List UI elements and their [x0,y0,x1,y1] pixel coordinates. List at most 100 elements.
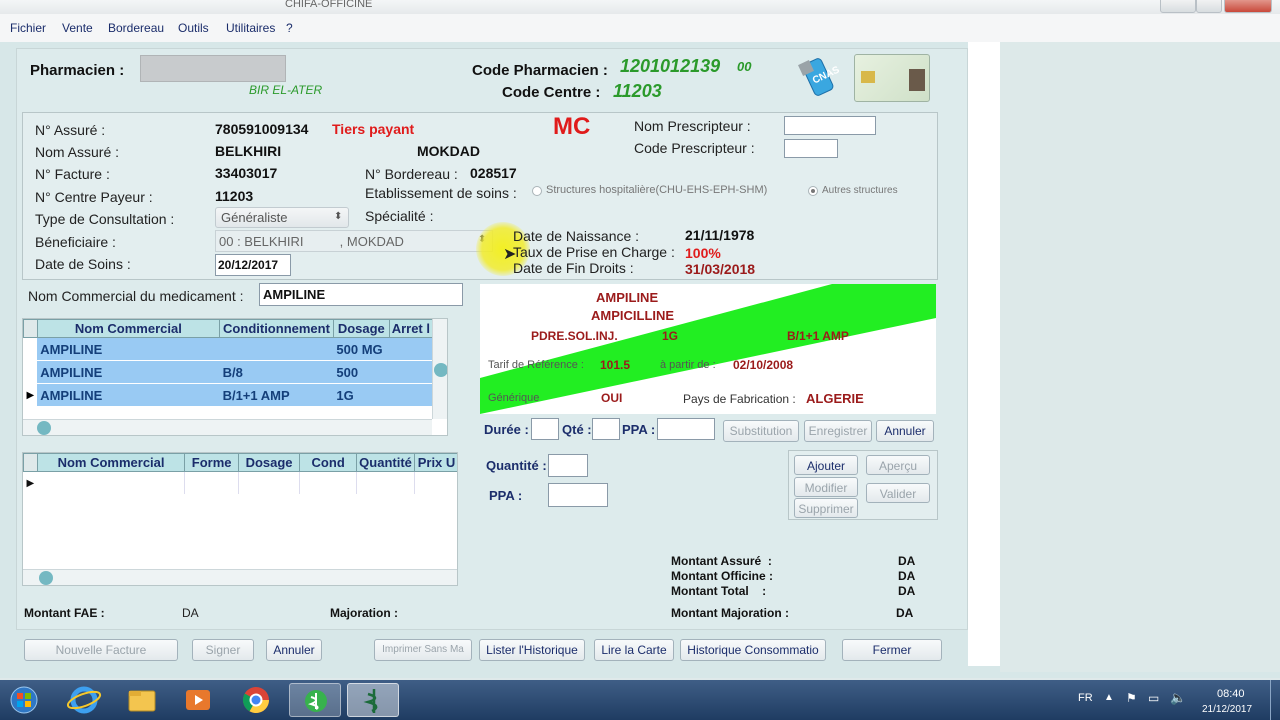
code-pharmacien-value: 1201012139 [620,56,721,76]
tarif-value: 101.5 [600,358,631,372]
col-dosage[interactable]: Dosage [332,319,390,338]
a-partir-label: à partir de : [660,359,716,371]
col-nom-commercial[interactable]: Nom Commercial [36,453,186,472]
ppa-label: PPA : [622,422,656,437]
chrome-icon[interactable] [230,683,282,717]
scroll-thumb[interactable] [434,363,447,377]
prenom-assure-value: MOKDAD [417,143,480,159]
scroll-thumb[interactable] [39,571,53,585]
chifa-officine-icon[interactable] [347,683,399,717]
n-facture-label: N° Facture : [35,166,110,182]
date-soins-field[interactable]: 20/12/2017 [215,254,291,276]
nom-commercial-input-value: AMPILINE [263,287,326,302]
pays-label: Pays de Fabrication : [683,392,796,406]
table-row[interactable]: AMPILINE 500 MG [23,337,433,361]
show-desktop-button[interactable] [1270,680,1280,720]
scroll-thumb[interactable] [37,421,51,435]
supprimer-button[interactable]: Supprimer [794,498,858,518]
valider-button[interactable]: Valider [866,483,930,503]
horizontal-scrollbar[interactable] [23,569,457,585]
etab-radio-autres[interactable] [808,186,818,196]
nom-commercial-label: Nom Commercial du medicament : [28,288,244,304]
menu-fichier[interactable]: Fichier [10,21,46,35]
medicament-detail-panel: AMPILINE AMPICILLINE PDRE.SOL.INJ. 1G B/… [480,284,936,414]
beneficiaire-select[interactable]: 00 : BELKHIRI , MOKDAD ⬍ [215,230,493,252]
clock-date[interactable]: 21/12/2017 [1202,704,1252,715]
duree-label: Durée : [484,422,529,437]
code-centre-label: Code Centre : [502,84,601,101]
clock-time[interactable]: 08:40 [1217,688,1245,700]
beneficiaire-value: 00 : BELKHIRI , MOKDAD [219,234,404,249]
qte-input[interactable] [592,418,620,440]
maximize-button[interactable] [1196,0,1222,13]
network-icon[interactable]: ▭ [1148,691,1159,705]
table-row[interactable]: ▶ [23,471,457,495]
chifa-app-icon[interactable] [289,683,341,717]
detail-dosage: 1G [662,329,679,343]
menu-bordereau[interactable]: Bordereau [108,21,164,35]
n-bordereau-label: N° Bordereau : [365,166,458,182]
code-prescripteur-field[interactable] [784,139,838,158]
col-conditionnement[interactable]: Conditionnement [219,319,334,338]
file-explorer-icon[interactable] [116,683,168,717]
quantite-input[interactable] [548,454,588,477]
etab-radio-hospitaliere[interactable] [532,186,542,196]
nom-prescripteur-label: Nom Prescripteur : [634,118,751,134]
col-prix-u[interactable]: Prix U [414,453,457,472]
duree-input[interactable] [531,418,559,440]
lister-historique-button[interactable]: Lister l'Historique [479,639,585,661]
detail-forme: PDRE.SOL.INJ. [531,329,618,343]
menu-help[interactable]: ? [286,21,293,35]
minimize-button[interactable] [1160,0,1196,13]
internet-explorer-icon[interactable] [58,683,110,717]
col-arret[interactable]: Arret l [388,319,434,338]
imprimer-sans-button[interactable]: Imprimer Sans Ma [374,639,472,661]
language-indicator[interactable]: FR [1078,692,1093,704]
n-facture-value: 33403017 [215,165,278,181]
ppa-facture-input[interactable] [548,483,608,507]
signer-button[interactable]: Signer [192,639,254,661]
nom-commercial-input[interactable]: AMPILINE [259,283,463,306]
annuler-saisie-button[interactable]: Annuler [876,420,934,442]
table-row[interactable]: ▶ AMPILINE B/1+1 AMP 1G [23,383,433,407]
cell-nom: AMPILINE [37,383,220,407]
row-pointer-icon: ▶ [23,383,38,407]
col-nom-commercial[interactable]: Nom Commercial [36,319,221,338]
menu-vente[interactable]: Vente [62,21,93,35]
volume-icon[interactable]: 🔈 [1170,690,1186,706]
modifier-button[interactable]: Modifier [794,477,858,497]
type-consultation-select[interactable]: Généraliste ⬍ [215,207,349,228]
ajouter-button[interactable]: Ajouter [794,455,858,475]
action-center-icon[interactable]: ⚑ [1126,691,1137,705]
cnas-logo: CNAS [796,56,846,100]
start-button[interactable] [2,683,46,717]
title-bar: CHIFA-OFFICINE [0,0,1280,14]
nom-prescripteur-field[interactable] [784,116,876,135]
ppa-facture-label: PPA : [489,488,523,503]
close-button[interactable] [1224,0,1272,13]
substitution-button[interactable]: Substitution [723,420,799,442]
show-hidden-icons-icon[interactable]: ▲ [1104,692,1114,703]
col-cond[interactable]: Cond [299,453,358,472]
col-dosage[interactable]: Dosage [237,453,301,472]
lire-carte-button[interactable]: Lire la Carte [594,639,674,661]
type-consultation-label: Type de Consultation : [35,211,175,227]
montant-total-label: Montant Total : [671,584,767,598]
menu-outils[interactable]: Outils [178,21,209,35]
taskbar: FR ▲ ⚑ ▭ 🔈 08:40 21/12/2017 [0,680,1280,720]
annuler-facture-button[interactable]: Annuler [266,639,322,661]
vertical-scrollbar[interactable] [432,319,447,419]
apercu-button[interactable]: Aperçu [866,455,930,475]
media-player-icon[interactable] [172,683,224,717]
horizontal-scrollbar[interactable] [23,419,432,435]
nouvelle-facture-button[interactable]: Nouvelle Facture [24,639,178,661]
quantite-label: Quantité : [486,458,547,473]
historique-consommation-button[interactable]: Historique Consommatio [680,639,826,661]
fermer-button[interactable]: Fermer [842,639,942,661]
col-quantite[interactable]: Quantité [356,453,416,472]
enregistrer-button[interactable]: Enregistrer [804,420,872,442]
col-forme[interactable]: Forme [184,453,239,472]
ppa-input[interactable] [657,418,715,440]
table-row[interactable]: AMPILINE B/8 500 [23,360,433,384]
menu-utilitaires[interactable]: Utilitaires [226,21,275,35]
